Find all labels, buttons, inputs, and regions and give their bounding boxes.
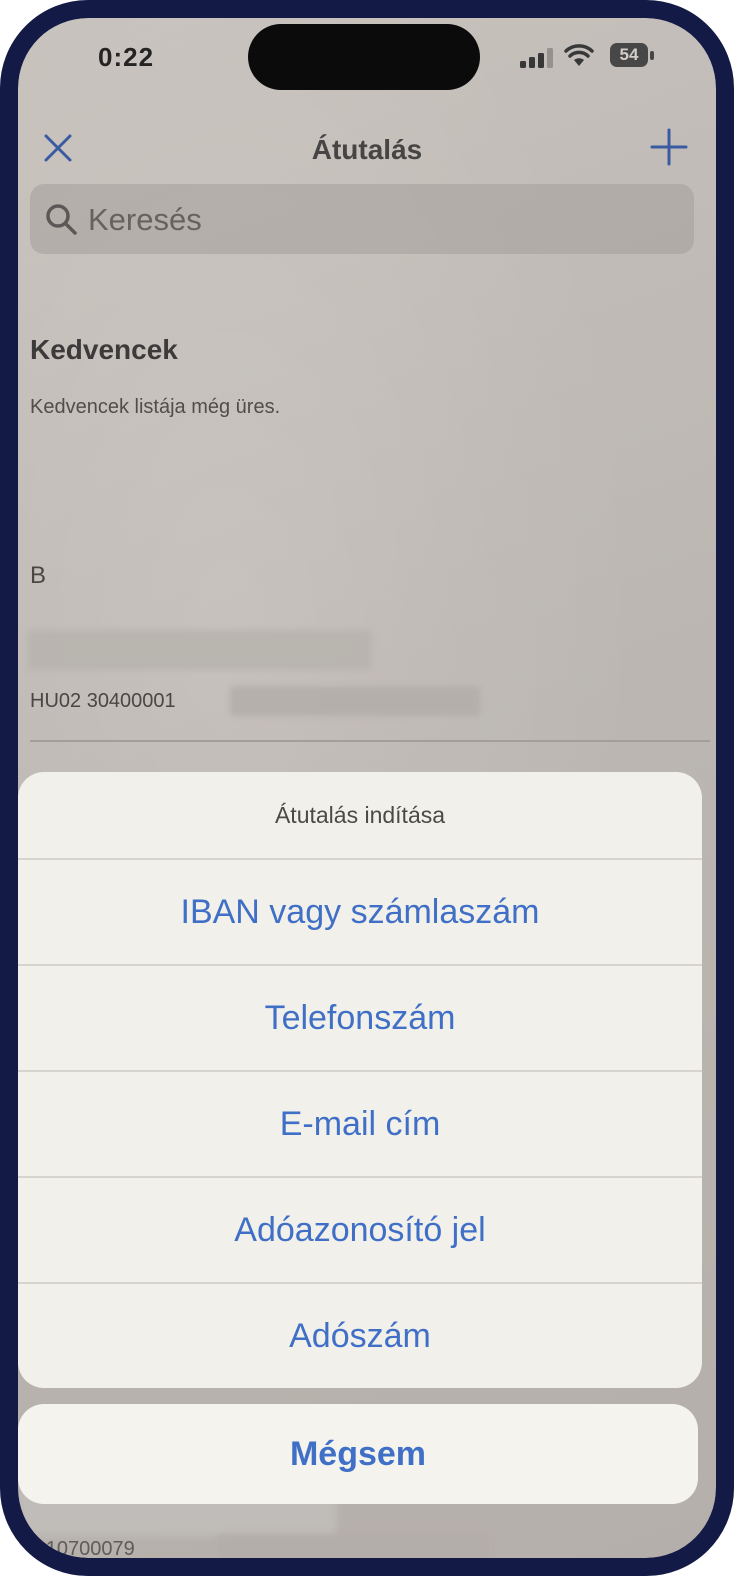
action-sheet: Átutalás indítása IBAN vagy számlaszám T… (18, 772, 702, 1388)
phone-frame: 0:22 54 Átutalás Keresés Kedvencek Kedve… (0, 0, 734, 1576)
option-tax-id[interactable]: Adóazonosító jel (18, 1178, 702, 1282)
screen: 0:22 54 Átutalás Keresés Kedvencek Kedve… (18, 18, 716, 1558)
option-email[interactable]: E-mail cím (18, 1072, 702, 1176)
option-tax-number[interactable]: Adószám (18, 1284, 702, 1388)
option-iban-account[interactable]: IBAN vagy számlaszám (18, 860, 702, 964)
action-sheet-title: Átutalás indítása (274, 802, 446, 828)
option-phone-number[interactable]: Telefonszám (18, 966, 702, 1070)
cancel-button[interactable]: Mégsem (18, 1404, 698, 1504)
